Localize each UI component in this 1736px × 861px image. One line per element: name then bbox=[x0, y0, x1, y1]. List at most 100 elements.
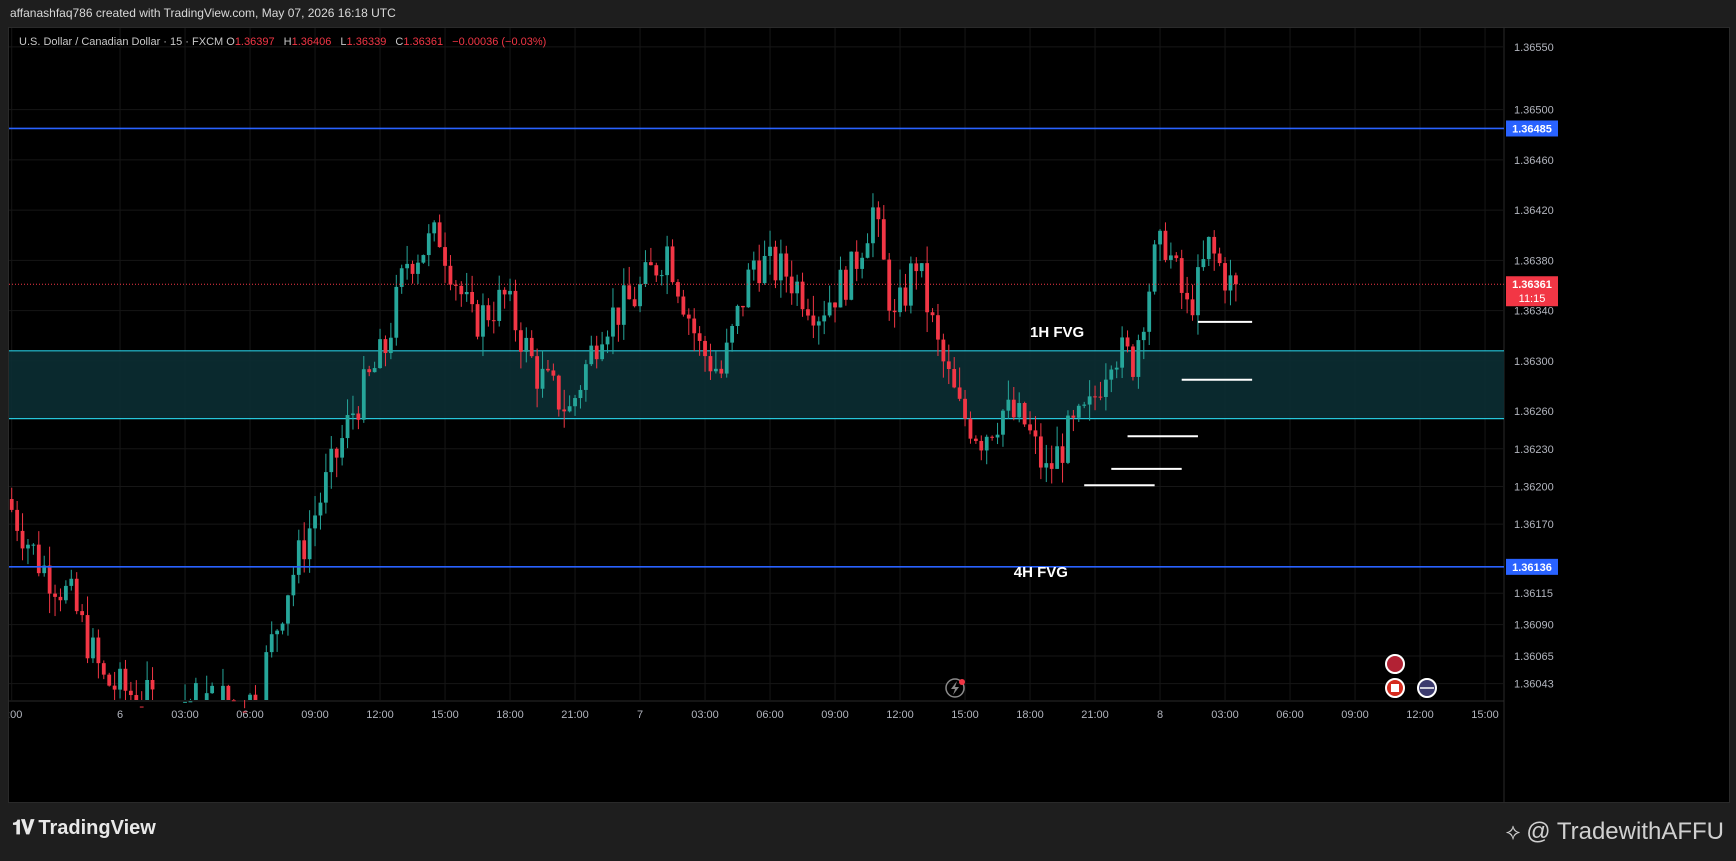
candle-body bbox=[578, 389, 583, 399]
candle-body bbox=[275, 630, 280, 635]
candle-body bbox=[632, 299, 637, 307]
candle-body bbox=[128, 690, 133, 696]
change-value: −0.00036 (−0.03%) bbox=[452, 36, 547, 48]
candle-body bbox=[773, 246, 778, 281]
candle-body bbox=[58, 596, 63, 601]
tradingview-logo[interactable]: 𝟏𝐕 TradingView bbox=[12, 817, 156, 840]
candle-body bbox=[394, 286, 399, 338]
y-tick-label: 1.36340 bbox=[1514, 306, 1554, 318]
candle-body bbox=[101, 663, 106, 675]
price-chart[interactable]: 1.36550 1.36500 1.36460 1.36420 1.36380 1.363… bbox=[9, 28, 1729, 802]
candle-body bbox=[313, 515, 317, 529]
candle-body bbox=[594, 345, 599, 360]
candle-body bbox=[681, 296, 686, 315]
candle-body bbox=[426, 233, 431, 256]
x-tick-label: 15:00 bbox=[1471, 709, 1499, 721]
author-watermark: ⟡ @ TradewithAFFU bbox=[1506, 818, 1724, 846]
ohlc-legend: U.S. Dollar / Canadian Dollar · 15 · FXC… bbox=[19, 36, 552, 48]
candle-body bbox=[676, 282, 680, 297]
candle-body bbox=[518, 330, 523, 352]
candle-body bbox=[123, 668, 128, 691]
candle-body bbox=[448, 265, 453, 285]
candle-body bbox=[1093, 396, 1097, 398]
x-tick-label: 6 bbox=[117, 709, 123, 721]
symbol-label: U.S. Dollar / Canadian Dollar · 15 · FXC… bbox=[19, 36, 224, 48]
candle-body bbox=[1228, 275, 1233, 291]
y-tick-label: 1.36065 bbox=[1514, 651, 1554, 663]
candle-body bbox=[459, 285, 464, 295]
level-price-label: 1.36136 bbox=[1512, 562, 1552, 574]
y-tick-label: 1.36043 bbox=[1514, 679, 1554, 691]
candle-body bbox=[1011, 399, 1016, 418]
x-tick-label: 12:00 bbox=[1406, 709, 1434, 721]
open-value: 1.36397 bbox=[234, 36, 275, 48]
candle-body bbox=[193, 683, 198, 700]
candle-body bbox=[573, 398, 577, 407]
candle-body bbox=[280, 623, 285, 631]
candle-body bbox=[242, 711, 247, 713]
candle-body bbox=[1049, 463, 1054, 469]
candle-body bbox=[1168, 255, 1173, 260]
high-value: 1.36406 bbox=[291, 36, 332, 48]
candle-body bbox=[15, 509, 20, 531]
y-tick-label: 1.36420 bbox=[1514, 205, 1554, 217]
close-value: 1.36361 bbox=[403, 36, 444, 48]
y-tick-label: 1.36090 bbox=[1514, 620, 1554, 632]
tradingview-icon: 𝟏𝐕 bbox=[12, 817, 34, 839]
candle-body bbox=[139, 706, 144, 708]
chart-frame[interactable]: 1.36550 1.36500 1.36460 1.36420 1.36380 1.363… bbox=[8, 27, 1730, 803]
y-tick-label: 1.36500 bbox=[1514, 105, 1554, 117]
x-tick-label: 7 bbox=[637, 709, 643, 721]
candle-body bbox=[1185, 292, 1190, 300]
candle-body bbox=[914, 263, 919, 272]
candle-body bbox=[659, 275, 664, 277]
candle-body bbox=[995, 434, 1000, 438]
candle-body bbox=[351, 413, 355, 416]
candle-body bbox=[383, 339, 388, 354]
candle-body bbox=[1022, 403, 1027, 425]
x-tick-label: 03:00 bbox=[171, 709, 199, 721]
x-tick-label: 09:00 bbox=[301, 709, 329, 721]
candle-body bbox=[367, 369, 372, 373]
candle-body bbox=[697, 333, 702, 341]
open-label: O bbox=[226, 36, 235, 48]
y-tick-label: 1.36200 bbox=[1514, 481, 1554, 493]
us-flag-icon[interactable] bbox=[1385, 654, 1405, 674]
x-tick-label: 12:00 bbox=[886, 709, 914, 721]
candle-body bbox=[399, 268, 404, 287]
candle-body bbox=[567, 406, 572, 412]
x-tick-label: 8 bbox=[1157, 709, 1163, 721]
x-tick-label: 06:00 bbox=[1276, 709, 1304, 721]
candle-body bbox=[605, 336, 610, 345]
candle-body bbox=[648, 262, 653, 266]
candle-body bbox=[296, 540, 301, 575]
candle-body bbox=[1217, 253, 1222, 264]
y-tick-label: 1.36260 bbox=[1514, 406, 1554, 418]
candle-body bbox=[410, 263, 415, 274]
candle-body bbox=[307, 528, 312, 560]
candle-body bbox=[1087, 396, 1092, 405]
candle-body bbox=[990, 436, 995, 438]
candle-body bbox=[589, 345, 594, 365]
candle-body bbox=[643, 262, 648, 285]
candle-body bbox=[372, 368, 377, 373]
candle-body bbox=[1147, 291, 1152, 332]
candle-body bbox=[957, 387, 962, 399]
y-tick-label: 1.36380 bbox=[1514, 255, 1554, 267]
candle-body bbox=[670, 246, 675, 283]
candle-body bbox=[145, 679, 150, 700]
low-label: L bbox=[340, 36, 347, 48]
candle-body bbox=[36, 544, 41, 574]
x-tick-label: 21:00 bbox=[1081, 709, 1109, 721]
candle-body bbox=[1120, 337, 1125, 368]
current-price-label: 1.36361 bbox=[1512, 279, 1552, 291]
candle-body bbox=[1033, 430, 1038, 437]
candle-body bbox=[334, 448, 339, 458]
candle-body bbox=[903, 287, 908, 306]
candle-body bbox=[735, 305, 740, 326]
candle-body bbox=[1131, 346, 1135, 377]
candle-body bbox=[811, 315, 816, 326]
candle-body bbox=[226, 685, 231, 700]
candle-body bbox=[1212, 236, 1217, 254]
candle-body bbox=[497, 289, 502, 321]
